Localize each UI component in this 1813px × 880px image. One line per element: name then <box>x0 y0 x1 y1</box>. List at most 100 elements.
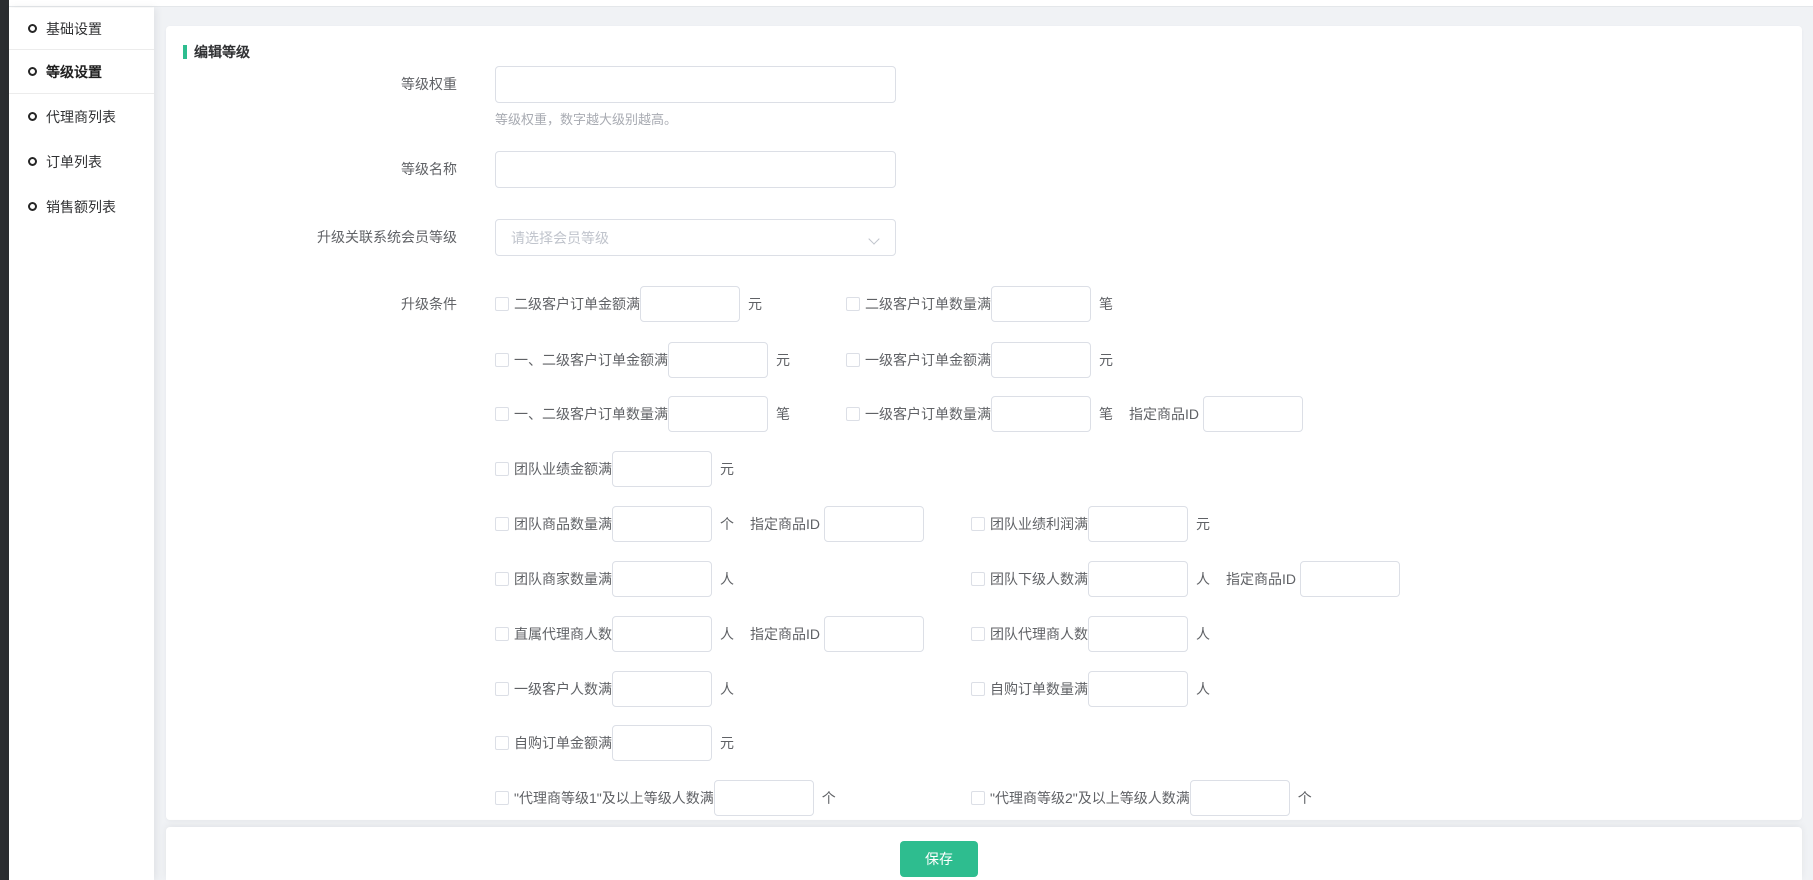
product-id-input[interactable] <box>824 616 924 652</box>
condition-value-input[interactable] <box>1088 616 1188 652</box>
condition-value-input[interactable] <box>612 725 712 761</box>
condition-value-input[interactable] <box>612 671 712 707</box>
section-header: 编辑等级 <box>183 42 250 62</box>
condition-value-input[interactable] <box>612 451 712 487</box>
condition-unit: 元 <box>720 733 734 753</box>
condition-value-input[interactable] <box>1088 671 1188 707</box>
condition-row: 团队商品数量满个指定商品ID团队业绩利润满元 <box>495 506 1695 542</box>
condition-checkbox[interactable] <box>495 791 509 805</box>
sidebar-item-3[interactable]: 订单列表 <box>9 139 154 184</box>
condition-item: 团队代理商人数人 <box>971 616 1210 652</box>
condition-item: 自购订单数量满人 <box>971 671 1210 707</box>
condition-checkbox[interactable] <box>971 572 985 586</box>
condition-unit: 人 <box>720 569 734 589</box>
product-id-input[interactable] <box>824 506 924 542</box>
form-footer-bar: 保存 <box>166 827 1802 880</box>
condition-label: 团队业绩利润满 <box>990 514 1088 534</box>
condition-value-input[interactable] <box>991 342 1091 378</box>
condition-value-input[interactable] <box>1088 506 1188 542</box>
product-id-input[interactable] <box>1300 561 1400 597</box>
condition-unit: 元 <box>720 459 734 479</box>
condition-value-input[interactable] <box>714 780 814 816</box>
condition-item: "代理商等级2"及以上等级人数满 个 <box>971 780 1312 816</box>
condition-row: 一、二级客户订单数量满笔一级客户订单数量满笔指定商品ID <box>495 396 1695 432</box>
condition-value-input[interactable] <box>991 396 1091 432</box>
sidebar-item-label: 等级设置 <box>46 62 102 82</box>
settings-sidebar: 基础设置等级设置代理商列表订单列表销售额列表 <box>9 8 154 880</box>
condition-checkbox[interactable] <box>846 297 860 311</box>
sidebar-item-0[interactable]: 基础设置 <box>9 8 154 50</box>
sidebar-item-label: 订单列表 <box>46 152 102 172</box>
condition-checkbox[interactable] <box>495 736 509 750</box>
condition-checkbox[interactable] <box>495 627 509 641</box>
condition-item: 团队业绩利润满元 <box>971 506 1210 542</box>
condition-item: 自购订单金额满元 <box>495 725 734 761</box>
condition-checkbox[interactable] <box>846 407 860 421</box>
upgrade-conditions-label: 升级条件 <box>166 286 457 322</box>
condition-checkbox[interactable] <box>971 517 985 531</box>
condition-unit: 人 <box>720 624 734 644</box>
condition-item: 一、二级客户订单数量满笔 <box>495 396 790 432</box>
page-title: 编辑等级 <box>194 42 250 62</box>
condition-item: 一级客户订单金额满元 <box>846 342 1113 378</box>
save-button[interactable]: 保存 <box>900 841 978 877</box>
condition-value-input[interactable] <box>612 616 712 652</box>
circle-icon <box>28 112 37 121</box>
condition-value-input[interactable] <box>640 286 740 322</box>
condition-unit: 元 <box>776 350 790 370</box>
sidebar-item-4[interactable]: 销售额列表 <box>9 184 154 229</box>
condition-label: "代理商等级1"及以上等级人数满 <box>514 788 714 808</box>
condition-checkbox[interactable] <box>971 627 985 641</box>
condition-unit: 个 <box>720 514 734 534</box>
condition-checkbox[interactable] <box>495 682 509 696</box>
condition-row: 自购订单金额满元 <box>495 725 1695 761</box>
condition-value-input[interactable] <box>991 286 1091 322</box>
condition-label: 一级客户订单数量满 <box>865 404 991 424</box>
circle-icon <box>28 24 37 33</box>
sidebar-item-1[interactable]: 等级设置 <box>9 50 154 94</box>
condition-label: "代理商等级2"及以上等级人数满 <box>990 788 1190 808</box>
condition-value-input[interactable] <box>1088 561 1188 597</box>
condition-unit: 笔 <box>776 404 790 424</box>
condition-value-input[interactable] <box>668 342 768 378</box>
condition-item: 一、二级客户订单金额满元 <box>495 342 790 378</box>
condition-label: 直属代理商人数 <box>514 624 612 644</box>
condition-checkbox[interactable] <box>495 572 509 586</box>
condition-item: 团队商家数量满 人 <box>495 561 734 597</box>
condition-unit: 个 <box>1298 788 1312 808</box>
level-weight-input[interactable] <box>495 66 896 103</box>
condition-label: 一级客户人数满 <box>514 679 612 699</box>
member-level-select[interactable]: 请选择会员等级 <box>495 219 896 256</box>
condition-unit: 笔 <box>1099 294 1113 314</box>
condition-label: 团队商家数量满 <box>514 569 612 589</box>
condition-label: 二级客户订单数量满 <box>865 294 991 314</box>
condition-value-input[interactable] <box>612 506 712 542</box>
condition-row: 二级客户订单金额满元二级客户订单数量满笔 <box>495 286 1695 322</box>
product-id-input[interactable] <box>1203 396 1303 432</box>
condition-value-input[interactable] <box>612 561 712 597</box>
main-content-area: 编辑等级 等级权重 等级权重，数字越大级别越高。 等级名称 升级关联系统会员等级… <box>154 7 1813 880</box>
member-level-placeholder: 请选择会员等级 <box>511 228 870 248</box>
condition-item: 二级客户订单数量满 笔 <box>846 286 1113 322</box>
condition-checkbox[interactable] <box>495 462 509 476</box>
condition-label: 二级客户订单金额满 <box>514 294 640 314</box>
condition-label: 团队代理商人数 <box>990 624 1088 644</box>
condition-unit: 笔 <box>1099 404 1113 424</box>
condition-checkbox[interactable] <box>495 297 509 311</box>
level-name-input[interactable] <box>495 151 896 188</box>
condition-checkbox[interactable] <box>971 682 985 696</box>
condition-item: 一级客户人数满人 <box>495 671 734 707</box>
circle-icon <box>28 67 37 76</box>
condition-item: 一级客户订单数量满笔指定商品ID <box>846 396 1303 432</box>
condition-checkbox[interactable] <box>495 353 509 367</box>
collapsed-dark-edge <box>0 0 9 880</box>
condition-checkbox[interactable] <box>495 517 509 531</box>
condition-row: "代理商等级1"及以上等级人数满个 "代理商等级2"及以上等级人数满 个 <box>495 780 1695 816</box>
condition-checkbox[interactable] <box>495 407 509 421</box>
condition-item: "代理商等级1"及以上等级人数满个 <box>495 780 836 816</box>
condition-value-input[interactable] <box>1190 780 1290 816</box>
condition-checkbox[interactable] <box>846 353 860 367</box>
condition-value-input[interactable] <box>668 396 768 432</box>
condition-checkbox[interactable] <box>971 791 985 805</box>
sidebar-item-2[interactable]: 代理商列表 <box>9 94 154 139</box>
